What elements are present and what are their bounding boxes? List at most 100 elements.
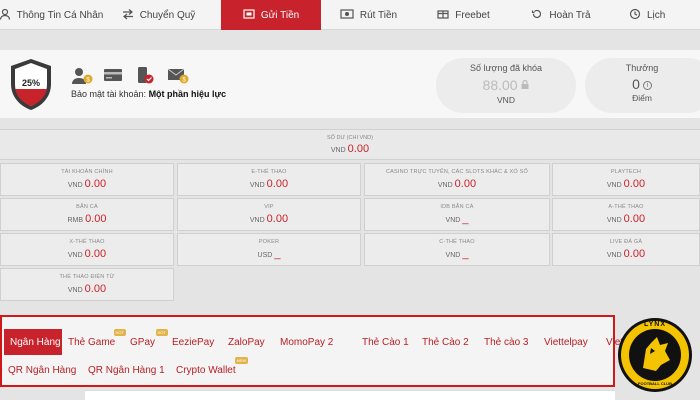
wallet-currency: VND — [67, 182, 83, 189]
wallet-card[interactable]: A-THỂ THAO VND 0.00 — [552, 198, 700, 231]
deposit-method-tab[interactable]: QR Ngân Hàng 1 — [82, 357, 170, 383]
wallet-card[interactable]: POKER USD _ — [177, 233, 361, 266]
security-level: 25% — [21, 78, 40, 88]
wallet-currency: VND — [67, 287, 83, 294]
reward-value: 0i — [569, 76, 700, 92]
history-icon — [629, 8, 641, 23]
deposit-method-label: Thẻ Game — [68, 336, 116, 348]
wallet-currency: RMB — [67, 217, 84, 224]
wallet-name: IDB BẮN CÁ — [440, 204, 474, 210]
email-verify-icon[interactable]: $ — [167, 67, 189, 84]
wallet-balance: 0.00 — [84, 248, 107, 260]
withdraw-icon — [340, 8, 354, 22]
transfer-icon — [122, 8, 134, 23]
deposit-form-edge — [85, 390, 615, 400]
nav-freebet[interactable]: Freebet — [416, 0, 511, 30]
nav-label: Freebet — [455, 9, 490, 21]
wallet-card[interactable]: THỂ THAO ĐIỆN TỬ VND 0.00 — [0, 268, 174, 301]
wallet-card[interactable]: PLAYTECH VND 0.00 — [552, 163, 700, 196]
deposit-method-tab[interactable]: Thẻ Game HOT — [62, 329, 126, 355]
wallet-card[interactable]: C-THỂ THAO VND _ — [364, 233, 550, 266]
wallet-card[interactable]: X-THỂ THAO VND 0.00 — [0, 233, 174, 266]
deposit-method-label: Ngân Hàng — [10, 336, 61, 348]
wallet-card[interactable]: LIVE ĐÁ GÀ VND 0.00 — [552, 233, 700, 266]
bank-card-icon[interactable] — [103, 67, 123, 83]
nav-label: Gửi Tiền — [260, 9, 300, 21]
wallet-card[interactable]: BẮN CÁ RMB 0.00 — [0, 198, 174, 231]
wallet-balance: 0.00 — [266, 213, 289, 225]
top-nav: Thông Tin Cá Nhân Chuyển Quỹ Gửi Tiền Rú… — [0, 0, 700, 30]
wallet-card[interactable]: E-THỂ THAO VND 0.00 — [177, 163, 361, 196]
wallet-name: TÀI KHOẢN CHÍNH — [61, 169, 113, 175]
wallet-card[interactable]: IDB BẮN CÁ VND _ — [364, 198, 550, 231]
wallet-name: THỂ THAO ĐIỆN TỬ — [59, 274, 115, 280]
deposit-method-tab[interactable]: EeziePay — [166, 329, 222, 355]
nav-label: Chuyển Quỹ — [139, 9, 196, 21]
deposit-method-tab[interactable]: Crypto Wallet NEW — [170, 357, 248, 383]
nav-label: Hoàn Trả — [549, 9, 591, 21]
security-status: Bảo mật tài khoản: Một phần hiệu lực — [71, 89, 227, 99]
nav-label: Thông Tin Cá Nhân — [16, 9, 104, 21]
nav-withdraw[interactable]: Rút Tiền — [321, 0, 416, 30]
wallet-currency: VND — [437, 182, 453, 189]
refund-icon — [531, 8, 543, 23]
deposit-method-label: Thẻ Cào 2 — [422, 336, 469, 348]
total-balance-label: SỐ DƯ (CHI VND) — [327, 135, 373, 141]
deposit-method-tab[interactable]: Thẻ Cào 1 — [356, 329, 416, 355]
deposit-method-label: GPay — [130, 336, 156, 348]
wallet-balance: 0.00 — [85, 213, 107, 225]
deposit-method-tab[interactable]: MomoPay 2 — [274, 329, 356, 355]
deposit-method-tab[interactable]: GPay HOT — [124, 329, 168, 355]
deposit-icon — [243, 8, 255, 23]
deposit-method-label: Thẻ cào 3 — [484, 336, 529, 348]
wallet-currency: VND — [249, 217, 265, 224]
user-icon — [0, 8, 11, 23]
deposit-method-tab[interactable]: Thẻ cào 3 — [478, 329, 538, 355]
user-verify-icon[interactable]: $ — [71, 67, 93, 84]
wallet-name: CASINO TRỰC TUYẾN, CÁC SLOTS KHÁC & XỔ S… — [386, 169, 528, 175]
deposit-method-tab[interactable]: QR Ngân Hàng — [2, 357, 82, 383]
wallet-card[interactable]: CASINO TRỰC TUYẾN, CÁC SLOTS KHÁC & XỔ S… — [364, 163, 550, 196]
deposit-method-label: QR Ngân Hàng — [8, 364, 77, 376]
wallet-balance: 0.00 — [623, 213, 646, 225]
reward-title: Thưởng — [625, 63, 659, 73]
wallet-name: X-THỂ THAO — [69, 239, 105, 245]
reward-card: Thưởng 0i Điểm — [585, 58, 700, 113]
wallet-balance: 0.00 — [454, 178, 477, 190]
info-icon[interactable]: i — [642, 81, 652, 90]
wallet-currency: VND — [249, 182, 265, 189]
wallet-name: LIVE ĐÁ GÀ — [609, 239, 643, 245]
nav-label: Rút Tiền — [359, 9, 398, 21]
deposit-method-tab[interactable]: Ngân Hàng — [4, 329, 62, 355]
security-shield-icon: 25% — [7, 57, 55, 112]
wallet-currency: USD — [257, 252, 273, 259]
deposit-method-label: Thẻ Cào 1 — [362, 336, 409, 348]
wallet-balance: 0.00 — [623, 248, 646, 260]
nav-transfer[interactable]: Chuyển Quỹ — [96, 0, 221, 30]
deposit-method-tab[interactable]: Thẻ Cào 2 — [416, 329, 478, 355]
wallet-name: E-THỂ THAO — [251, 169, 287, 175]
deposit-method-tab[interactable]: Viettelpay — [538, 329, 600, 355]
locked-value: 88.00 — [436, 76, 576, 93]
wallet-balance: _ — [462, 248, 469, 260]
nav-deposit[interactable]: Gửi Tiền — [221, 0, 321, 30]
wallet-card[interactable]: TÀI KHOẢN CHÍNH VND 0.00 — [0, 163, 174, 196]
deposit-methods-row-1: Ngân Hàng Thẻ Game HOT GPay HOT EeziePay ZaloP… — [4, 329, 650, 355]
nav-personal-info[interactable]: Thông Tin Cá Nhân — [0, 0, 103, 30]
wallet-name: BẮN CÁ — [76, 204, 98, 210]
wallet-card[interactable]: VIP VND 0.00 — [177, 198, 361, 231]
wallet-currency: VND — [606, 182, 622, 189]
deposit-method-label: ZaloPay — [228, 336, 265, 348]
locked-amount-card: Số lượng đã khóa 88.00 VND — [436, 58, 576, 113]
wallet-balance: _ — [462, 213, 469, 225]
lynx-football-club-logo: LYNX FOOTBALL CLUB — [616, 316, 694, 394]
nav-refund[interactable]: Hoàn Trả — [511, 0, 611, 30]
wallet-currency: VND — [445, 252, 461, 259]
deposit-method-label: Crypto Wallet — [176, 364, 236, 376]
lock-icon — [521, 76, 529, 92]
phone-verify-icon[interactable] — [135, 67, 155, 84]
deposit-method-tab[interactable]: ZaloPay — [222, 329, 274, 355]
deposit-methods-row-2: QR Ngân Hàng QR Ngân Hàng 1 Crypto Wallet N… — [2, 357, 248, 383]
locked-unit: VND — [497, 95, 515, 105]
nav-history[interactable]: Lịch — [611, 0, 691, 30]
